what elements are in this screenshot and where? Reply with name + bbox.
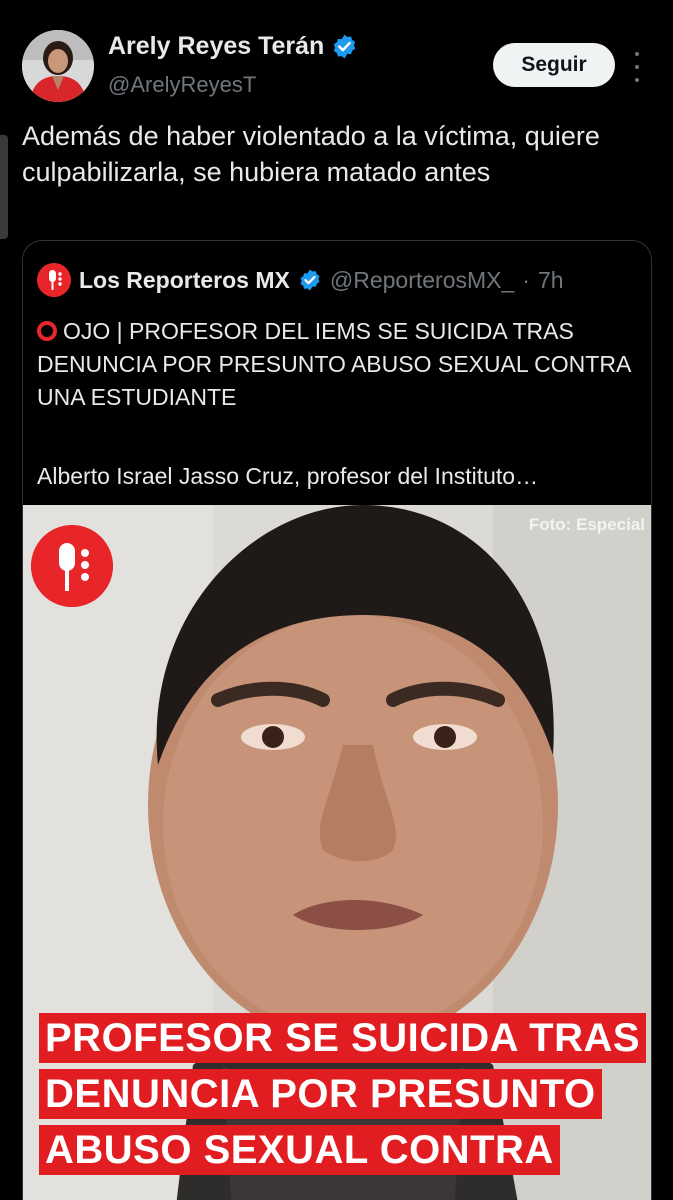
quoted-headline-text: OJO | PROFESOR DEL IEMS SE SUICIDA TRAS … [37,318,631,410]
media-headline-line: DENUNCIA POR PRESUNTO [39,1069,602,1119]
media-reporteros-logo-icon [31,525,113,607]
quoted-handle[interactable]: @ReporterosMX_ [330,267,514,294]
tweet-text: Además de haber violentado a la víctima,… [22,121,600,187]
quoted-media-image[interactable]: Foto: Especial PROFESOR SE SUICIDA TRAS … [23,505,651,1200]
reporteros-logo-icon[interactable] [37,263,71,297]
author-avatar[interactable] [22,30,94,102]
avatar-image [22,30,94,102]
media-headline-line: ABUSO SEXUAL CONTRA [39,1125,560,1175]
red-circle-icon [37,321,57,341]
quoted-tweet-card[interactable]: Los Reporteros MX @ReporterosMX_ · 7h OJ… [22,240,652,1200]
header-separator: · [522,266,530,293]
follow-button[interactable]: Seguir [493,43,615,87]
author-handle[interactable]: @ArelyReyesT [108,72,256,98]
media-headline-line: PROFESOR SE SUICIDA TRAS [39,1013,647,1063]
quoted-display-name[interactable]: Los Reporteros MX [79,267,290,294]
edge-scroll-handle[interactable] [0,135,8,239]
quoted-tweet-header: Los Reporteros MX @ReporterosMX_ · 7h [37,263,564,297]
author-display-name[interactable]: Arely Reyes Terán [108,32,324,61]
quoted-tweet-text: OJO | PROFESOR DEL IEMS SE SUICIDA TRAS … [37,315,637,414]
author-name-row: Arely Reyes Terán [108,32,358,61]
photo-credit: Foto: Especial [528,515,645,534]
media-headline-overlay: PROFESOR SE SUICIDA TRAS DENUNCIA POR PR… [39,1013,647,1175]
verified-badge-icon [334,34,356,59]
tweet-screen: Arely Reyes Terán @ArelyReyesT Seguir Ad… [0,0,673,1200]
quoted-snippet: Alberto Israel Jasso Cruz, profesor del … [37,463,539,489]
more-options-icon[interactable] [630,52,644,82]
quoted-timestamp[interactable]: 7h [538,267,564,294]
quoted-verified-badge-icon [300,269,320,291]
